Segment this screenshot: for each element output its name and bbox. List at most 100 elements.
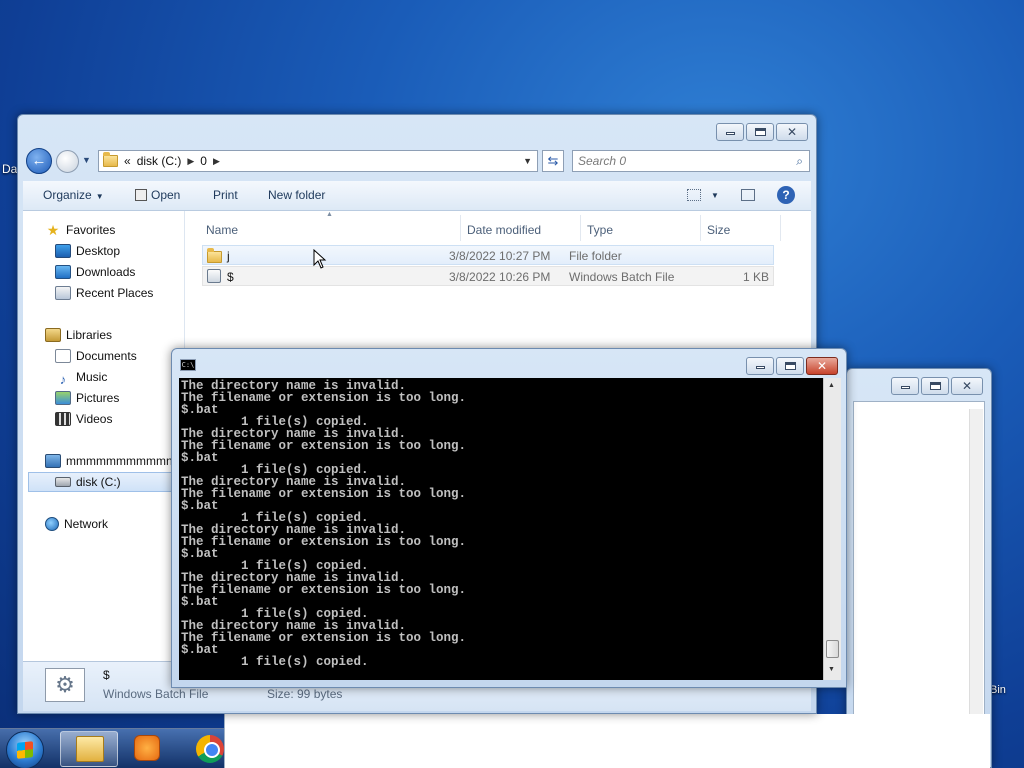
navigation-pane[interactable]: ★ Favorites Desktop Downloads Recent Plac… [23, 211, 185, 661]
nav-label: Videos [76, 412, 113, 426]
nav-music[interactable]: ♪ Music [55, 367, 108, 387]
maximize-button[interactable] [921, 377, 949, 395]
console-line: The filename or extension is too long. [181, 391, 467, 405]
new-folder-button[interactable]: New folder [268, 188, 325, 202]
minimize-button[interactable] [891, 377, 919, 395]
details-file-name: $ [103, 668, 110, 682]
vertical-scrollbar[interactable]: ▲ ▼ [823, 378, 841, 680]
scroll-thumb[interactable] [826, 640, 839, 658]
breadcrumb-separator-icon[interactable]: ▶ [187, 156, 194, 167]
console-line: The filename or extension is too long. [181, 631, 467, 645]
desktop-icon-label-fragment[interactable]: Da [2, 162, 17, 176]
desktop-icon [55, 244, 71, 258]
console-output[interactable]: The directory name is invalid. The filena… [179, 378, 841, 680]
column-header-name[interactable]: Name [206, 223, 238, 237]
pictures-icon [55, 391, 71, 405]
nav-libraries[interactable]: Libraries [45, 325, 112, 345]
chevron-down-icon: ▼ [95, 192, 104, 201]
nav-pictures[interactable]: Pictures [55, 388, 119, 408]
music-icon: ♪ [59, 372, 67, 387]
organize-label: Organize [43, 188, 92, 202]
search-icon[interactable]: ⌕ [796, 151, 803, 171]
change-view-icon[interactable] [687, 189, 701, 201]
console-text: The directory name is invalid. The filena… [181, 380, 819, 669]
close-icon: ✕ [961, 379, 973, 393]
forward-button[interactable] [56, 150, 79, 173]
address-bar[interactable]: « disk (C:) ▶ 0 ▶ ▼ [98, 150, 538, 172]
column-divider[interactable] [780, 215, 781, 241]
batch-file-icon: ⚙ [45, 668, 85, 702]
details-file-size: Size: 99 bytes [267, 687, 343, 701]
breadcrumb-folder[interactable]: 0 [200, 154, 207, 168]
view-options-dropdown-icon[interactable]: ▼ [711, 191, 719, 200]
scroll-down-icon[interactable]: ▼ [828, 666, 835, 673]
column-divider[interactable] [700, 215, 701, 241]
console-icon[interactable]: C:\ [180, 359, 196, 371]
open-button[interactable]: Open [135, 188, 180, 202]
recent-pages-button[interactable]: ▼ [82, 155, 91, 165]
scroll-up-icon[interactable]: ▲ [828, 382, 835, 389]
close-icon: ✕ [816, 359, 828, 373]
nav-label: Desktop [76, 244, 121, 258]
taskbar-media-player[interactable] [119, 731, 177, 767]
help-icon[interactable]: ? [777, 186, 795, 204]
console-line: The filename or extension is too long. [181, 487, 467, 501]
column-header-type[interactable]: Type [587, 223, 613, 237]
nav-favorites[interactable]: ★ Favorites [45, 220, 116, 240]
taskbar [0, 728, 224, 768]
print-button[interactable]: Print [213, 188, 238, 202]
address-dropdown-icon[interactable]: ▼ [523, 156, 532, 166]
recycle-bin-label-fragment[interactable]: Bin [990, 684, 1006, 696]
close-button[interactable]: ✕ [806, 357, 838, 375]
chrome-icon [196, 735, 224, 763]
console-line: The filename or extension is too long. [181, 439, 467, 453]
maximize-button[interactable] [776, 357, 804, 375]
back-arrow-icon: ← [31, 152, 47, 169]
breadcrumb-overflow[interactable]: « [124, 154, 131, 168]
start-button[interactable] [6, 731, 44, 768]
maximize-icon [785, 362, 796, 370]
file-row[interactable]: j 3/8/2022 10:27 PM File folder [202, 245, 774, 265]
search-input[interactable]: Search 0 ⌕ [572, 150, 810, 172]
organize-button[interactable]: Organize ▼ [43, 188, 104, 202]
star-icon: ★ [46, 222, 60, 238]
file-date: 3/8/2022 10:27 PM [449, 249, 551, 263]
nav-network[interactable]: Network [45, 514, 108, 534]
minimize-button[interactable] [746, 357, 774, 375]
column-divider[interactable] [580, 215, 581, 241]
file-row[interactable]: $ 3/8/2022 10:26 PM Windows Batch File 1… [202, 266, 774, 286]
column-header-size[interactable]: Size [707, 223, 730, 237]
nav-recent-places[interactable]: Recent Places [55, 283, 153, 303]
background-window[interactable]: ✕ [846, 368, 992, 768]
preview-pane-icon[interactable] [741, 189, 755, 201]
console-window[interactable]: C:\ ✕ The directory name is invalid. The … [171, 348, 847, 688]
nav-label: Recent Places [76, 286, 154, 300]
taskbar-explorer[interactable] [60, 731, 118, 767]
drive-icon [55, 477, 71, 487]
nav-disk-c[interactable]: disk (C:) [28, 472, 182, 492]
taskbar-chrome[interactable] [180, 731, 224, 767]
close-button[interactable]: ✕ [951, 377, 983, 395]
nav-label: Network [64, 517, 109, 531]
minimize-button[interactable] [716, 123, 744, 141]
navigation-bar: ← ▼ « disk (C:) ▶ 0 ▶ ▼ ⇆ Search 0 ⌕ [24, 147, 810, 175]
maximize-button[interactable] [746, 123, 774, 141]
breadcrumb-disk[interactable]: disk (C:) [137, 154, 182, 168]
nav-videos[interactable]: Videos [55, 409, 112, 429]
column-divider[interactable] [460, 215, 461, 241]
libraries-icon [45, 328, 61, 342]
nav-label: Downloads [76, 265, 136, 279]
close-button[interactable]: ✕ [776, 123, 808, 141]
column-header-date[interactable]: Date modified [467, 223, 541, 237]
nav-documents[interactable]: Documents [55, 346, 137, 366]
back-button[interactable]: ← [26, 148, 52, 174]
nav-computer[interactable]: mmmmmmmmmmn [45, 451, 173, 471]
nav-downloads[interactable]: Downloads [55, 262, 135, 282]
refresh-button[interactable]: ⇆ [542, 150, 564, 172]
maximize-icon [755, 128, 766, 136]
nav-label: mmmmmmmmmmn [66, 454, 173, 468]
nav-label: Music [76, 370, 108, 384]
nav-desktop[interactable]: Desktop [55, 241, 120, 261]
nav-label: disk (C:) [76, 475, 121, 489]
breadcrumb-separator-icon[interactable]: ▶ [213, 156, 220, 167]
